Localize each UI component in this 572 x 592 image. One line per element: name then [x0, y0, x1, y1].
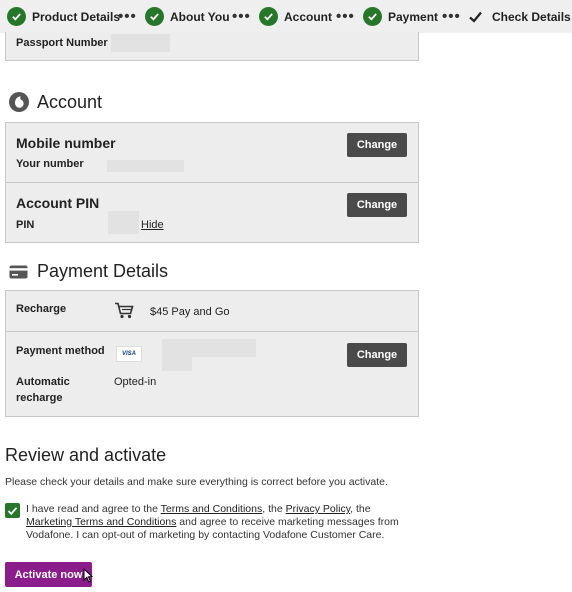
pin-label: PIN — [16, 219, 35, 231]
step-label: Product Details — [32, 9, 121, 24]
pin-redacted — [108, 211, 139, 234]
auto-recharge-label-line2: recharge — [16, 392, 63, 404]
step-separator: ••• — [336, 8, 355, 25]
recharge-value: $45 Pay and Go — [150, 306, 230, 318]
payment-method-label: Payment method — [16, 345, 105, 357]
mouse-cursor-icon — [83, 568, 93, 583]
auto-recharge-label-line1: Automatic — [16, 376, 70, 388]
check-circle-icon — [363, 7, 382, 26]
consent-checkbox[interactable] — [5, 503, 20, 518]
consent-text: I have read and agree to the Terms and C… — [26, 503, 416, 542]
passport-label: Passport Number — [16, 37, 108, 49]
your-number-label: Your number — [16, 158, 84, 170]
hide-pin-link[interactable]: Hide — [141, 219, 164, 231]
vodafone-logo-icon — [8, 91, 30, 113]
step-label: Payment — [388, 9, 439, 24]
account-heading: Account — [8, 91, 102, 113]
review-heading: Review and activate — [5, 445, 167, 465]
step-product-details[interactable]: Product Details — [7, 0, 120, 33]
consent-text-part: I have read and agree to the — [26, 503, 161, 515]
consent-text-part: , the — [262, 503, 286, 515]
check-circle-icon — [145, 7, 164, 26]
checkmark-icon — [468, 10, 483, 24]
recharge-label: Recharge — [16, 303, 67, 315]
activate-now-button[interactable]: Activate now — [5, 562, 92, 587]
terms-link[interactable]: Terms and Conditions — [161, 503, 263, 515]
divider — [6, 331, 418, 332]
mobile-number-title: Mobile number — [16, 135, 116, 151]
step-payment[interactable]: Payment — [363, 0, 438, 33]
step-label: Account — [284, 9, 332, 24]
review-instructions: Please check your details and make sure … — [5, 476, 388, 488]
payment-heading: Payment Details — [9, 261, 168, 282]
divider — [6, 182, 418, 183]
account-heading-text: Account — [37, 91, 103, 112]
consent-text-part: , the — [350, 503, 371, 515]
shopping-cart-icon — [114, 302, 134, 319]
privacy-policy-link[interactable]: Privacy Policy — [286, 503, 351, 515]
change-pin-button[interactable]: Change — [347, 193, 407, 217]
checkmark-icon — [7, 506, 18, 515]
progress-stepper: Product Details ••• About You ••• Accoun… — [0, 0, 572, 33]
account-pin-title: Account PIN — [16, 195, 100, 211]
passport-section: Passport Number — [5, 32, 419, 61]
visa-card-icon: VISA — [116, 346, 142, 362]
step-separator: ••• — [118, 8, 137, 25]
change-mobile-button[interactable]: Change — [347, 133, 407, 157]
credit-card-icon — [9, 265, 28, 279]
account-section: Mobile number Your number Change Account… — [5, 122, 419, 243]
auto-recharge-value: Opted-in — [114, 376, 157, 388]
step-label: Check Details — [492, 9, 571, 24]
payment-heading-text: Payment Details — [37, 261, 169, 281]
mobile-number-redacted — [107, 160, 184, 172]
step-account[interactable]: Account — [259, 0, 332, 33]
step-check-details: Check Details — [468, 0, 571, 33]
payment-section: Recharge $45 Pay and Go Payment method V… — [5, 290, 419, 417]
marketing-terms-link[interactable]: Marketing Terms and Conditions — [26, 516, 176, 528]
step-about-you[interactable]: About You — [145, 0, 230, 33]
check-circle-icon — [259, 7, 278, 26]
step-label: About You — [170, 9, 230, 24]
card-number-redacted — [162, 353, 192, 371]
change-payment-button[interactable]: Change — [347, 343, 407, 367]
passport-redacted-value — [111, 34, 170, 52]
step-separator: ••• — [232, 8, 251, 25]
check-circle-icon — [7, 7, 26, 26]
step-separator: ••• — [442, 8, 461, 25]
